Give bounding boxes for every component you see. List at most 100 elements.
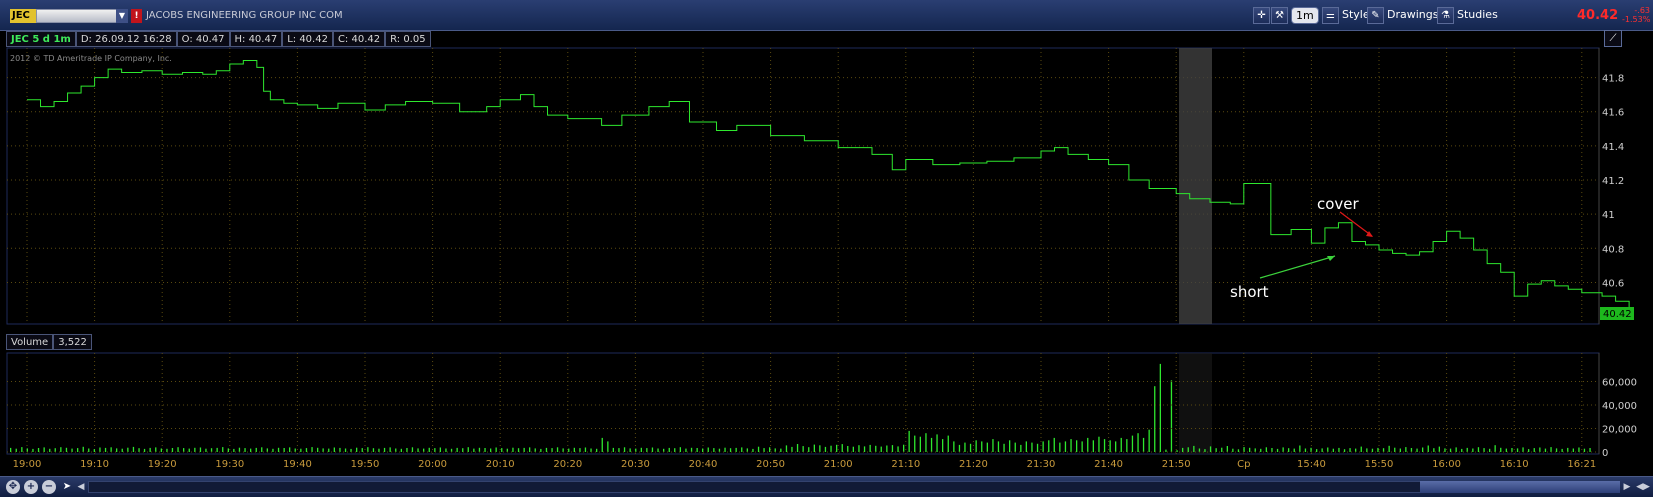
volume-bar: [160, 448, 162, 452]
volume-bar: [1209, 446, 1212, 452]
volume-bar: [919, 436, 921, 452]
volume-bar: [77, 448, 79, 452]
volume-bar: [1343, 449, 1346, 452]
volume-bar: [1355, 448, 1357, 452]
volume-bar: [584, 447, 587, 452]
volume-bar: [836, 444, 838, 452]
volume-bar: [1327, 447, 1329, 452]
volume-bar: [1048, 440, 1050, 453]
volume-bar: [1349, 448, 1351, 452]
volume-bar: [540, 448, 542, 452]
volume-bar: [423, 448, 425, 452]
volume-bar: [1176, 450, 1178, 452]
volume-bar: [428, 447, 430, 452]
volume-bar: [277, 447, 280, 452]
volume-bar: [556, 447, 559, 452]
volume-bar: [171, 448, 174, 452]
volume-bar: [199, 447, 202, 452]
volume-bar: [445, 448, 447, 452]
volume-bar: [512, 447, 514, 452]
time-scrollbar[interactable]: [88, 481, 1618, 493]
volume-bar: [640, 447, 642, 452]
volume-bar: [361, 448, 363, 452]
pointer-icon[interactable]: ➤: [60, 480, 74, 494]
volume-bar: [1483, 448, 1485, 452]
volume-bar: [1477, 447, 1480, 452]
volume-bar: [847, 446, 849, 452]
volume-bar: [49, 448, 51, 452]
volume-bar: [707, 447, 709, 452]
volume-bar: [188, 448, 190, 452]
volume-bar: [612, 447, 614, 452]
volume-bar: [1271, 448, 1273, 452]
volume-bar: [1237, 449, 1240, 452]
volume-bar: [702, 448, 704, 452]
volume-bar: [484, 448, 486, 452]
session-gap-shade: [1179, 48, 1212, 324]
price-tick-label: 41.4: [1602, 142, 1624, 153]
volume-bar: [43, 447, 45, 452]
volume-bar: [322, 448, 324, 452]
scroll-left-icon[interactable]: ◀: [74, 480, 88, 494]
volume-bar: [1299, 445, 1301, 452]
scroll-right-icon[interactable]: ▶: [1620, 480, 1634, 494]
volume-bar: [858, 445, 860, 452]
volume-bar: [289, 447, 291, 452]
volume-bar: [1009, 440, 1011, 453]
time-tick-label: 20:30: [621, 459, 650, 470]
volume-bar: [344, 448, 347, 452]
volume-bar: [328, 448, 330, 452]
time-tick-label: 21:40: [1094, 459, 1123, 470]
volume-bar: [897, 446, 899, 452]
volume-bar: [852, 446, 854, 452]
volume-bar: [439, 447, 441, 452]
pan-icon[interactable]: ✥: [6, 480, 20, 494]
volume-bar: [880, 446, 882, 452]
volume-bar: [1360, 446, 1362, 452]
volume-bar: [674, 448, 676, 452]
short-arrow: [1259, 255, 1336, 279]
volume-bar: [1087, 437, 1089, 452]
volume-bar: [1533, 448, 1535, 452]
volume-bar: [1193, 445, 1195, 452]
volume-bar: [311, 447, 313, 452]
volume-bar: [60, 447, 62, 452]
volume-bar: [1550, 447, 1552, 452]
session-gap-shade-volume: [1179, 353, 1212, 454]
volume-bar: [1282, 447, 1284, 452]
volume-bar: [668, 447, 670, 452]
price-tick-label: 41: [1602, 210, 1615, 221]
volume-bar: [623, 447, 626, 452]
price-tick-label: 40.8: [1602, 244, 1624, 255]
price-volume-chart[interactable]: 41.8 41.6 41.4 41.2 41 40.8 40.6 60,000 40,000 2…: [0, 0, 1653, 476]
volume-bar: [1182, 447, 1184, 452]
volume-bar: [1031, 442, 1033, 452]
volume-bar: [942, 439, 944, 452]
volume-bar: [1316, 449, 1318, 452]
volume-bar: [1589, 448, 1591, 452]
volume-bar: [383, 447, 386, 452]
volume-bar: [339, 447, 341, 452]
volume-bar: [417, 448, 419, 452]
time-tick-label: 20:20: [553, 459, 582, 470]
volume-bar: [886, 445, 888, 452]
volume-bar: [1142, 437, 1145, 452]
volume-bar: [1042, 441, 1044, 452]
volume-bar: [1288, 448, 1290, 452]
time-tick-label: 16:21: [1567, 459, 1596, 470]
volume-bar: [690, 447, 693, 452]
zoom-out-icon[interactable]: −: [42, 480, 56, 494]
volume-bar: [54, 448, 56, 452]
volume-bar: [250, 448, 252, 452]
volume-bar: [763, 448, 765, 452]
volume-bar: [356, 447, 358, 452]
volume-bar: [434, 448, 436, 452]
volume-bar: [819, 445, 821, 452]
scrollbar-thumb[interactable]: [1420, 481, 1620, 493]
zoom-in-icon[interactable]: +: [24, 480, 38, 494]
volume-bar: [1338, 447, 1340, 452]
volume-bar: [1092, 440, 1094, 453]
volume-bar: [713, 448, 715, 452]
volume-bar: [99, 447, 101, 452]
expand-icon[interactable]: ◀▶: [1636, 480, 1650, 494]
